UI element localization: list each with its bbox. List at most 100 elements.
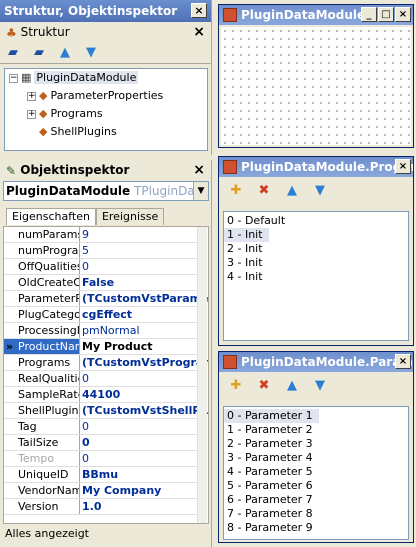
property-name-text: OffQualities (18, 260, 80, 273)
move-down-icon[interactable]: ▼ (311, 378, 329, 394)
list-item[interactable]: 2 - Init (224, 242, 408, 256)
object-selector[interactable]: PluginDataModule TPluginDataMod ▼ (3, 181, 209, 201)
property-value[interactable]: My Company (80, 483, 208, 498)
list-item[interactable]: 7 - Parameter 8 (224, 507, 408, 521)
programs-title-bar[interactable]: PluginDataModule.Programs × (219, 157, 413, 177)
property-row[interactable]: RealQualities0 (4, 371, 208, 387)
move-down-icon[interactable]: ▼ (82, 45, 100, 61)
programs-list[interactable]: 0 - Default 1 - Init 2 - Init 3 - Init 4 - I… (223, 211, 409, 341)
property-name-text: ShellPlugins (18, 404, 80, 417)
inspector-close-icon[interactable]: × (193, 160, 205, 180)
move-down-icon[interactable]: ▼ (311, 183, 329, 199)
property-row[interactable]: numParams 9 (4, 227, 208, 243)
tree-expander-icon[interactable]: − (9, 73, 18, 83)
tree-expander-icon[interactable]: + (27, 109, 36, 119)
struktur-tree[interactable]: − ▦ PluginDataModule + ◆ ParameterProperties +… (4, 68, 208, 151)
property-grid[interactable]: numParams9numPrograms5OffQualities0OldCr… (3, 226, 209, 524)
property-row[interactable]: VendorNameMy Company (4, 483, 208, 499)
list-item[interactable]: 4 - Init (224, 270, 408, 284)
property-value[interactable]: cgEffect (80, 307, 208, 322)
move-up-icon[interactable]: ▲ (283, 183, 301, 199)
maximize-button[interactable]: □ (378, 7, 394, 22)
module-icon (223, 8, 237, 22)
property-row[interactable]: numPrograms5 (4, 243, 208, 259)
property-row[interactable]: Tag 0 (4, 419, 208, 435)
chevron-down-icon[interactable]: ▼ (193, 182, 208, 200)
tab-eigenschaften[interactable]: Eigenschaften (6, 208, 96, 225)
struktur-toolbar: ▰ ▰ ▲ ▼ (0, 42, 211, 64)
property-row[interactable]: » ProductNameMy Product (4, 339, 208, 355)
property-value[interactable]: (TCustomVstShellPlugins) (80, 403, 208, 418)
add-item-icon[interactable]: ✚ (227, 183, 245, 199)
property-row[interactable]: Programs (TCustomVstPrograms) (4, 355, 208, 371)
delete-item-icon[interactable]: ✖ (255, 378, 273, 394)
property-value[interactable]: 0 (80, 451, 208, 466)
struktur-close-icon[interactable]: × (193, 22, 205, 42)
list-item[interactable]: 6 - Parameter 7 (224, 493, 408, 507)
property-value[interactable]: False (80, 275, 208, 290)
add-item-icon[interactable]: ✚ (227, 378, 245, 394)
property-value[interactable]: 9 (80, 227, 208, 242)
list-item[interactable]: 0 - Default (224, 214, 408, 228)
list-item[interactable]: 3 - Parameter 4 (224, 451, 408, 465)
list-item[interactable]: 2 - Parameter 3 (224, 437, 408, 451)
minimize-button[interactable]: _ (361, 7, 377, 22)
property-name-text: Version (18, 500, 59, 513)
panel-close-button[interactable]: × (191, 3, 207, 18)
delete-folder-icon[interactable]: ▰ (30, 45, 48, 61)
property-value[interactable]: (TCustomVstParameterProperties) (80, 291, 208, 306)
list-item[interactable]: 3 - Init (224, 256, 408, 270)
move-up-icon[interactable]: ▲ (283, 378, 301, 394)
property-row[interactable]: UniqueID BBmu (4, 467, 208, 483)
property-row[interactable]: ProcessingModepmNormal (4, 323, 208, 339)
list-item[interactable]: 0 - Parameter 1 (224, 409, 319, 423)
list-item[interactable]: 1 - Init (224, 228, 269, 242)
list-item[interactable]: 5 - Parameter 6 (224, 479, 408, 493)
list-item[interactable]: 4 - Parameter 5 (224, 465, 408, 479)
property-value[interactable]: 44100 (80, 387, 208, 402)
tree-node[interactable]: + ◆ ParameterProperties (5, 87, 207, 105)
property-value[interactable]: 0 (80, 419, 208, 434)
move-up-icon[interactable]: ▲ (56, 45, 74, 61)
delete-item-icon[interactable]: ✖ (255, 183, 273, 199)
property-value[interactable]: BBmu (80, 467, 208, 482)
property-value[interactable]: My Product (80, 339, 208, 354)
property-row[interactable]: ParameterProperties(TCustomVstParameterP… (4, 291, 208, 307)
property-value[interactable]: 0 (80, 259, 208, 274)
property-value[interactable]: 0 (80, 435, 208, 450)
params-title-bar[interactable]: PluginDataModule.ParameterProperties × (219, 352, 413, 372)
designer-window: PluginDataModule _ □ × (218, 4, 414, 148)
close-button[interactable]: × (395, 7, 411, 22)
property-row[interactable]: TailSize 0 (4, 435, 208, 451)
tree-expander-icon[interactable]: + (27, 91, 36, 101)
tree-node-label: Programs (50, 107, 103, 120)
property-value[interactable]: 1.0 (80, 499, 208, 514)
tree-node[interactable]: − ▦ PluginDataModule (5, 69, 207, 87)
property-row[interactable]: ShellPlugins(TCustomVstShellPlugins) (4, 403, 208, 419)
designer-title-bar[interactable]: PluginDataModule _ □ × (219, 5, 413, 25)
tree-node[interactable]: ◆ ShellPlugins (5, 123, 207, 141)
property-value[interactable]: pmNormal (80, 323, 208, 338)
property-name-text: SampleRate (18, 388, 80, 401)
property-row[interactable]: OldCreateOrderFalse (4, 275, 208, 291)
property-value[interactable]: 5 (80, 243, 208, 258)
property-name-text: ProcessingMode (18, 324, 79, 337)
close-button[interactable]: × (395, 354, 411, 369)
property-row[interactable]: Version 1.0 (4, 499, 208, 515)
property-value[interactable]: 0 (80, 371, 208, 386)
list-item[interactable]: 1 - Parameter 2 (224, 423, 408, 437)
new-folder-icon[interactable]: ▰ (4, 45, 22, 61)
property-row[interactable]: Tempo 0 (4, 451, 208, 467)
property-row[interactable]: PlugCategorycgEffect (4, 307, 208, 323)
property-value[interactable]: (TCustomVstPrograms) (80, 355, 208, 370)
design-surface[interactable] (221, 27, 411, 145)
inspector-header-label: Objektinspektor (20, 163, 130, 177)
params-list[interactable]: 0 - Parameter 11 - Parameter 22 - Parame… (223, 406, 409, 540)
list-item[interactable]: 8 - Parameter 9 (224, 521, 408, 535)
tab-ereignisse[interactable]: Ereignisse (95, 208, 165, 225)
property-row[interactable]: SampleRate 44100 (4, 387, 208, 403)
property-row[interactable]: OffQualities 0 (4, 259, 208, 275)
tree-node[interactable]: + ◆ Programs (5, 105, 207, 123)
close-button[interactable]: × (395, 159, 411, 174)
property-scrollbar[interactable] (197, 227, 207, 523)
